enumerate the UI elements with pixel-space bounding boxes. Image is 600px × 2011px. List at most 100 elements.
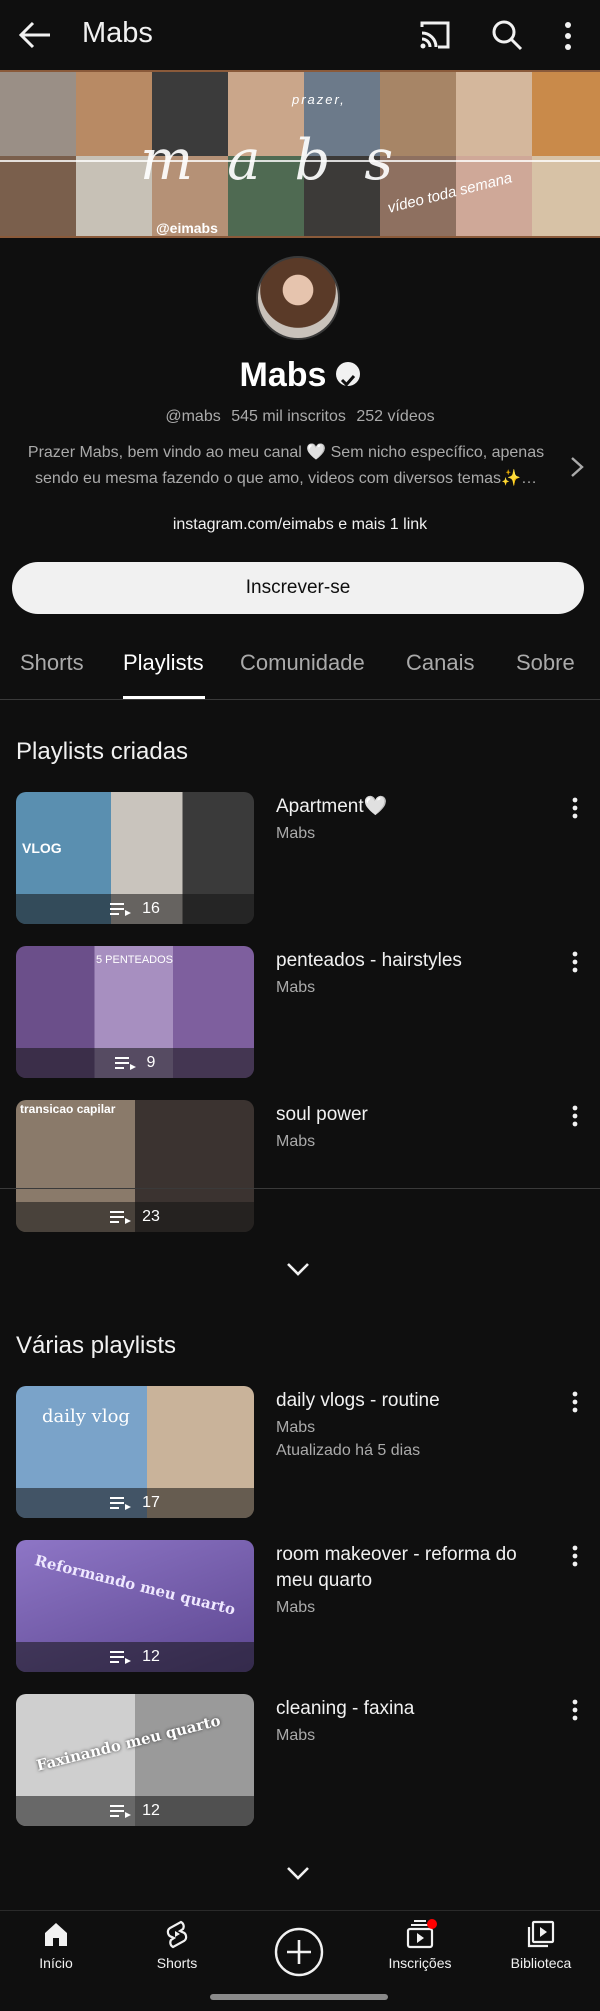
more-options-icon[interactable] — [568, 1104, 582, 1128]
banner-photo — [456, 72, 532, 156]
playlist-channel: Mabs — [276, 825, 316, 842]
playlist-item[interactable]: Reformando meu quarto 12 room makeover -… — [16, 1540, 586, 1672]
banner-photo — [532, 72, 600, 156]
tab-shorts[interactable]: Shorts — [20, 650, 84, 676]
playlist-queue-icon — [110, 1651, 132, 1664]
back-arrow-icon[interactable] — [18, 20, 52, 50]
playlist-count-overlay: 16 — [16, 894, 254, 924]
playlist-thumbnail[interactable]: VLOG 16 — [16, 792, 254, 924]
playlist-item[interactable]: daily vlog 17 daily vlogs - routine Mabs… — [16, 1386, 586, 1518]
playlist-queue-icon — [110, 903, 132, 916]
channel-name-row: Mabs — [0, 356, 600, 395]
playlist-channel: Mabs — [276, 1599, 316, 1616]
more-options-icon[interactable] — [568, 1544, 582, 1568]
banner-photo — [532, 156, 600, 236]
channel-avatar[interactable] — [256, 256, 340, 340]
nav-label: Inscrições — [388, 1955, 452, 1971]
banner-photo — [0, 72, 76, 156]
home-icon — [45, 1923, 67, 1946]
playlist-thumbnail[interactable]: 5 PENTEADOS 9 — [16, 946, 254, 1078]
playlist-title[interactable]: cleaning - faxina — [276, 1696, 536, 1722]
channel-handle: @mabs — [165, 408, 221, 425]
subscriptions-icon — [406, 1919, 437, 1949]
playlist-count-overlay: 9 — [16, 1048, 254, 1078]
verified-badge-icon — [336, 362, 361, 387]
playlist-channel: Mabs — [276, 1727, 316, 1744]
playlist-queue-icon — [114, 1057, 136, 1070]
more-options-icon[interactable] — [556, 20, 580, 52]
video-count: 9 — [146, 1054, 156, 1071]
playlist-channel: Mabs — [276, 979, 316, 996]
more-options-icon[interactable] — [568, 1390, 582, 1414]
thumbnail-text: Faxinando meu quarto — [34, 1711, 223, 1775]
playlist-info: daily vlogs - routine Mabs Atualizado há… — [276, 1388, 536, 1462]
playlist-title[interactable]: penteados - hairstyles — [276, 948, 536, 974]
playlist-info: room makeover - reforma do meu quarto Ma… — [276, 1542, 536, 1619]
playlist-title[interactable]: soul power — [276, 1102, 536, 1128]
playlist-item[interactable]: Faxinando meu quarto 12 cleaning - faxin… — [16, 1694, 586, 1826]
subscriber-count: 545 mil inscritos — [231, 408, 346, 425]
create-plus-icon[interactable] — [274, 1927, 324, 1977]
thumbnail-text: VLOG — [22, 840, 62, 856]
section-title-created: Playlists criadas — [16, 738, 189, 765]
playlist-channel: Mabs — [276, 1133, 316, 1150]
active-tab-indicator — [123, 696, 205, 699]
playlist-thumbnail[interactable]: Faxinando meu quarto 12 — [16, 1694, 254, 1826]
channel-meta: @mabs 545 mil inscritos 252 vídeos — [0, 408, 600, 426]
playlist-count-overlay: 23 — [16, 1202, 254, 1232]
nav-shorts[interactable]: Shorts — [127, 1919, 227, 1971]
playlist-updated: Atualizado há 5 dias — [276, 1442, 421, 1459]
subscribe-button[interactable]: Inscrever-se — [12, 562, 584, 614]
nav-home[interactable]: Início — [6, 1919, 106, 1971]
playlist-info: penteados - hairstyles Mabs — [276, 948, 536, 999]
playlist-item[interactable]: 5 PENTEADOS 9 penteados - hairstyles Mab… — [16, 946, 586, 1078]
home-indicator[interactable] — [210, 1994, 388, 2000]
channel-banner: mabs prazer, @eimabs vídeo toda semana — [0, 70, 600, 238]
playlist-thumbnail[interactable]: Reformando meu quarto 12 — [16, 1540, 254, 1672]
playlist-item[interactable]: transicao capilar 23 soul power Mabs — [16, 1100, 586, 1232]
thumbnail-text: daily vlog — [42, 1406, 130, 1427]
more-options-icon[interactable] — [568, 1698, 582, 1722]
channel-name: Mabs — [239, 356, 327, 394]
channel-links[interactable]: instagram.com/eimabs e mais 1 link — [0, 516, 600, 534]
playlist-count-overlay: 17 — [16, 1488, 254, 1518]
video-count: 252 vídeos — [356, 408, 435, 425]
app-bar-title: Mabs — [82, 17, 153, 49]
playlist-info: soul power Mabs — [276, 1102, 536, 1153]
thumbnail-text: transicao capilar — [20, 1102, 116, 1116]
banner-logo-text: mabs — [140, 128, 428, 193]
more-options-icon[interactable] — [568, 950, 582, 974]
chevron-down-icon[interactable] — [284, 1260, 312, 1278]
chevron-down-icon[interactable] — [284, 1864, 312, 1882]
banner-photo — [0, 156, 76, 236]
thumbnail-text: Reformando meu quarto — [32, 1551, 238, 1619]
more-options-icon[interactable] — [568, 796, 582, 820]
playlist-item[interactable]: VLOG 16 Apartment🤍 Mabs — [16, 792, 586, 924]
playlist-channel: Mabs — [276, 1419, 316, 1436]
playlist-thumbnail[interactable]: transicao capilar 23 — [16, 1100, 254, 1232]
tab-comunidade[interactable]: Comunidade — [240, 650, 365, 676]
nav-subscriptions[interactable]: Inscrições — [370, 1919, 470, 1971]
playlist-count-overlay: 12 — [16, 1796, 254, 1826]
video-count: 12 — [142, 1648, 160, 1665]
section-title-various: Várias playlists — [16, 1332, 177, 1359]
video-count: 16 — [142, 900, 160, 917]
tab-canais[interactable]: Canais — [406, 650, 474, 676]
playlist-title[interactable]: daily vlogs - routine — [276, 1388, 536, 1414]
channel-description[interactable]: Prazer Mabs, bem vindo ao meu canal 🤍 Se… — [16, 440, 556, 492]
cast-icon[interactable] — [418, 19, 452, 51]
playlist-queue-icon — [110, 1211, 132, 1224]
playlist-title[interactable]: Apartment🤍 — [276, 794, 536, 820]
nav-library[interactable]: Biblioteca — [491, 1919, 591, 1971]
library-icon — [527, 1920, 555, 1948]
playlist-title[interactable]: room makeover - reforma do meu quarto — [276, 1542, 536, 1594]
video-count: 23 — [142, 1208, 160, 1225]
chevron-right-icon[interactable] — [570, 456, 584, 478]
playlist-count-overlay: 12 — [16, 1642, 254, 1672]
playlist-info: Apartment🤍 Mabs — [276, 794, 536, 845]
tab-sobre[interactable]: Sobre — [516, 650, 575, 676]
playlist-thumbnail[interactable]: daily vlog 17 — [16, 1386, 254, 1518]
search-icon[interactable] — [490, 18, 524, 52]
channel-tabs: Shorts Playlists Comunidade Canais Sobre — [0, 636, 600, 700]
tab-playlists[interactable]: Playlists — [123, 650, 204, 676]
